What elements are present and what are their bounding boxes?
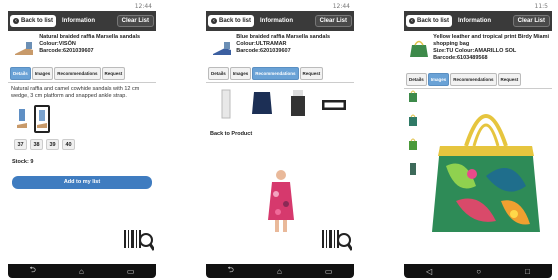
recommendations-grid [206, 83, 354, 125]
home-nav-icon[interactable]: ⌂ [277, 267, 282, 276]
recommendation-item[interactable] [209, 87, 243, 121]
add-to-list-button[interactable]: Add to my list [12, 176, 152, 189]
image-thumb[interactable] [408, 136, 418, 152]
android-nav-bar: ⮌ ⌂ ▭ [8, 264, 156, 278]
image-thumb[interactable] [408, 160, 418, 176]
android-nav-bar: ◁ ○ □ [404, 264, 552, 278]
tab-details[interactable]: Details [208, 67, 229, 80]
home-nav-icon[interactable]: ○ [476, 267, 481, 276]
back-nav-icon[interactable]: ◁ [426, 267, 432, 276]
size-option[interactable]: 39 [46, 139, 59, 150]
chevron-left-icon: ‹ [211, 18, 217, 24]
tab-request[interactable]: Request [101, 67, 126, 80]
variant-thumb[interactable] [14, 105, 30, 133]
size-selector: 37 38 39 40 [8, 135, 156, 154]
stock-info: Stock: 9 [8, 154, 156, 170]
screen-details: 12:44 ‹ Back to list Information Clear Li… [8, 2, 156, 278]
tab-details[interactable]: Details [10, 67, 31, 80]
product-size-colour: Size:TU Colour:AMARILLO SOL [433, 48, 517, 54]
page-title: Information [62, 18, 96, 24]
product-barcode: Barcode:6201039607 [236, 48, 291, 54]
variant-thumb-selected[interactable] [34, 105, 50, 133]
tab-details[interactable]: Details [406, 73, 427, 86]
product-description: Natural raffia and camel cowhide sandals… [11, 86, 140, 99]
status-time: 11:5 [534, 3, 548, 10]
product-thumbnail [11, 34, 37, 62]
tab-request[interactable]: Request [497, 73, 522, 86]
chevron-left-icon: ‹ [13, 18, 19, 24]
tab-recommendations[interactable]: Recommendations [54, 67, 101, 80]
image-thumb[interactable] [408, 112, 418, 128]
size-option[interactable]: 38 [30, 139, 43, 150]
stock-label: Stock: [12, 159, 29, 165]
screen-images: 11:5 ‹ Back to list Information Clear Lis… [404, 2, 552, 278]
back-label: Back to list [21, 18, 54, 24]
back-label: Back to list [219, 18, 252, 24]
tab-bar: Details Images Recommendations Request [206, 65, 354, 83]
image-thumb[interactable] [408, 88, 418, 104]
tab-recommendations[interactable]: Recommendations [450, 73, 497, 86]
recents-nav-icon[interactable]: ▭ [325, 267, 333, 276]
stock-value: 9 [30, 159, 34, 165]
screen-recommendations: 12:44 ‹ Back to list Information Clear Li… [206, 2, 354, 278]
image-thumbnail-strip [408, 88, 418, 176]
app-bar: ‹ Back to list Information Clear List [404, 11, 552, 31]
app-bar: ‹ Back to list Information Clear List [8, 11, 156, 31]
product-header: Natural braided raffia Marsella sandals … [8, 31, 156, 65]
variant-thumbnails [8, 103, 156, 135]
product-info: Blue braided raffia Marsella sandals Col… [236, 34, 351, 62]
product-info: Natural braided raffia Marsella sandals … [39, 34, 153, 62]
back-to-list-button[interactable]: ‹ Back to list [10, 15, 57, 27]
back-nav-icon[interactable]: ⮌ [228, 264, 234, 278]
tab-bar: Details Images Recommendations Request [8, 65, 156, 83]
clear-list-button[interactable]: Clear List [116, 15, 154, 27]
recommendation-item[interactable] [317, 87, 351, 121]
back-nav-icon[interactable]: ⮌ [30, 264, 36, 278]
page-title: Information [260, 18, 294, 24]
product-barcode: Barcode:6201039607 [39, 48, 94, 54]
recents-nav-icon[interactable]: ▭ [127, 267, 135, 276]
product-main-image[interactable] [426, 86, 546, 236]
size-option[interactable]: 37 [14, 139, 27, 150]
product-name: Yellow leather and tropical print Birdy … [433, 34, 549, 47]
status-time: 12:44 [332, 3, 350, 10]
product-name: Natural braided raffia Marsella sandals … [39, 34, 141, 47]
app-bar: ‹ Back to list Information Clear List [206, 11, 354, 31]
home-nav-icon[interactable]: ⌂ [79, 267, 84, 276]
tab-recommendations[interactable]: Recommendations [252, 67, 299, 80]
tab-images[interactable]: Images [229, 67, 252, 80]
product-header: Blue braided raffia Marsella sandals Col… [206, 31, 354, 65]
recommendation-item[interactable] [245, 87, 279, 121]
status-bar: 11:5 [404, 2, 552, 11]
product-header: Yellow leather and tropical print Birdy … [404, 31, 552, 71]
chevron-left-icon: ‹ [409, 18, 415, 24]
android-nav-bar: ⮌ ⌂ ▭ [206, 264, 354, 278]
tab-images[interactable]: Images [427, 73, 450, 86]
product-thumbnail [209, 34, 234, 62]
status-time: 12:44 [134, 3, 152, 10]
clear-list-button[interactable]: Clear List [314, 15, 352, 27]
back-to-list-button[interactable]: ‹ Back to list [208, 15, 255, 27]
status-bar: 12:44 [206, 2, 354, 11]
back-to-product-link[interactable]: Back to Product [206, 125, 354, 143]
clear-list-button[interactable]: Clear List [512, 15, 550, 27]
product-info: Yellow leather and tropical print Birdy … [433, 34, 549, 68]
page-title: Information [458, 18, 492, 24]
back-label: Back to list [417, 18, 450, 24]
recommendation-item[interactable] [281, 87, 315, 121]
size-option[interactable]: 40 [62, 139, 75, 150]
recommended-dress-image[interactable] [264, 168, 298, 234]
status-bar: 12:44 [8, 2, 156, 11]
recents-nav-icon[interactable]: □ [525, 267, 530, 276]
barcode-scan-icon[interactable] [322, 228, 352, 254]
tab-request[interactable]: Request [299, 67, 324, 80]
barcode-scan-icon[interactable] [124, 228, 154, 254]
product-barcode: Barcode:6103489568 [433, 55, 488, 61]
tab-images[interactable]: Images [31, 67, 54, 80]
back-to-list-button[interactable]: ‹ Back to list [406, 15, 453, 27]
product-thumbnail [407, 34, 431, 62]
product-name: Blue braided raffia Marsella sandals Col… [236, 34, 331, 47]
